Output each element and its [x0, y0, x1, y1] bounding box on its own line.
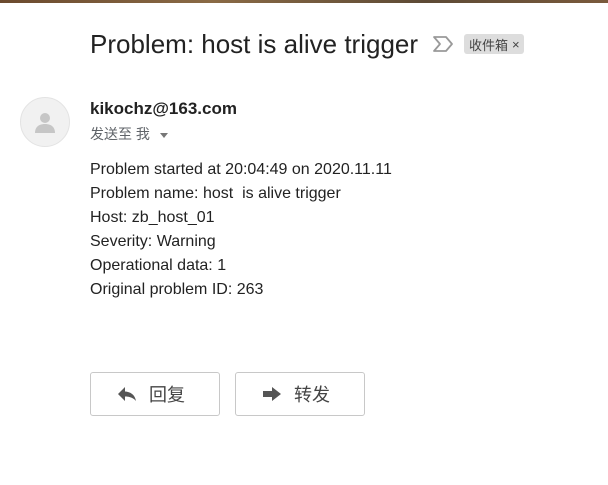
body-line: Operational data: 1 [90, 257, 227, 274]
reply-label: 回复 [149, 385, 185, 405]
forward-arrow-icon [262, 386, 282, 402]
forward-label: 转发 [294, 385, 330, 405]
forward-button[interactable]: 转发 [235, 372, 365, 416]
body-line: Problem name: host is alive trigger [90, 185, 341, 202]
subject-row: Problem: host is alive trigger 收件箱 × [90, 26, 524, 62]
top-banner-strip [0, 0, 608, 3]
email-view: Problem: host is alive trigger 收件箱 × kik… [0, 0, 608, 485]
inbox-label-chip[interactable]: 收件箱 × [464, 34, 524, 54]
default-avatar-icon [20, 97, 70, 147]
recipient-text: 发送至 我 [90, 126, 150, 142]
body-line: Problem started at 20:04:49 on 2020.11.1… [90, 161, 392, 178]
inbox-label-text: 收件箱 [469, 37, 509, 53]
reply-arrow-icon [117, 386, 137, 402]
body-line: Original problem ID: 263 [90, 281, 264, 298]
email-subject: Problem: host is alive trigger [90, 29, 419, 59]
body-line: Severity: Warning [90, 233, 216, 250]
recipient-row: 发送至 我 [90, 124, 168, 144]
remove-label-icon[interactable]: × [512, 37, 520, 52]
sender-email[interactable]: kikochz@163.com [90, 99, 237, 119]
reply-button[interactable]: 回复 [90, 372, 220, 416]
email-body: Problem started at 20:04:49 on 2020.11.1… [90, 158, 392, 302]
chevron-down-icon[interactable] [159, 132, 168, 138]
body-line: Host: zb_host_01 [90, 209, 215, 226]
importance-marker-icon[interactable] [432, 35, 454, 53]
